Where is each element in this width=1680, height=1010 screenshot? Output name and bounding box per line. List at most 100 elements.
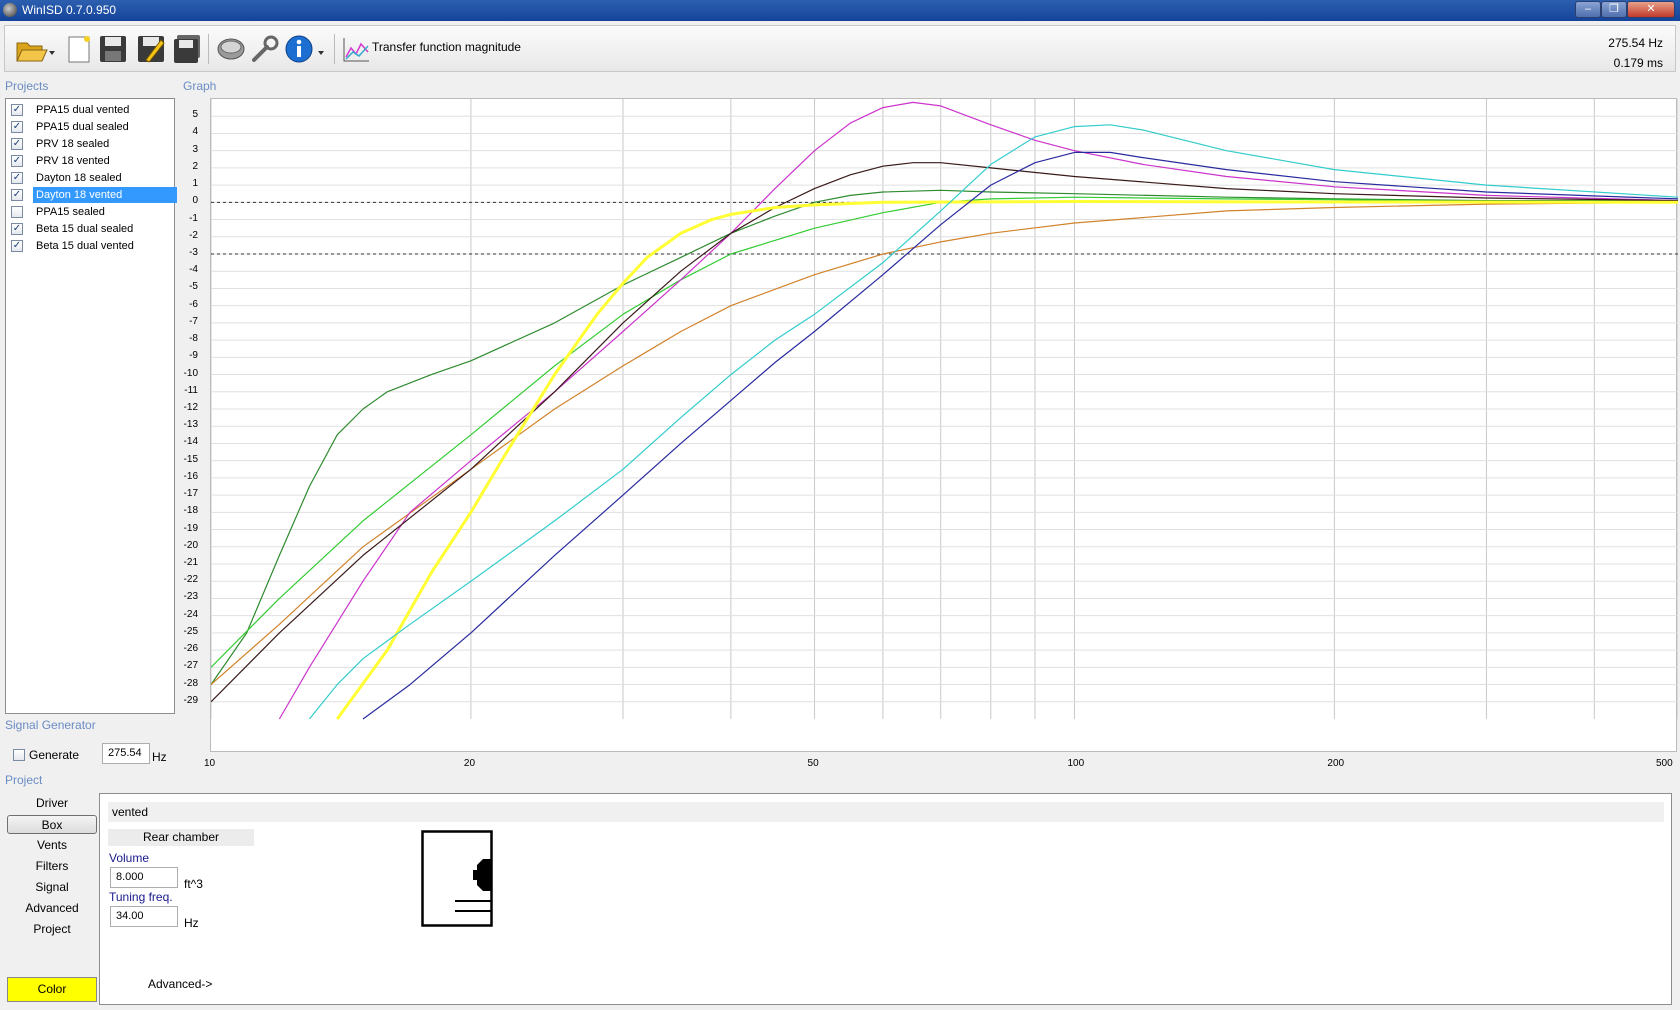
project-name: Dayton 18 vented [33, 187, 177, 203]
minimize-button[interactable]: – [1575, 1, 1601, 18]
project-name: PPA15 sealed [36, 206, 105, 218]
y-tick-label: 2 [192, 160, 198, 172]
open-folder-icon [16, 42, 55, 62]
tools-wrench-icon [252, 35, 279, 62]
nav-project[interactable]: Project [7, 920, 97, 939]
y-tick-label: -1 [189, 212, 198, 224]
rear-chamber-tab[interactable]: Rear chamber [108, 829, 254, 846]
color-button[interactable]: Color [7, 977, 97, 1002]
new-document-button[interactable] [63, 33, 95, 65]
nav-advanced[interactable]: Advanced [7, 899, 97, 918]
tuning-freq-label: Tuning freq. [109, 890, 173, 904]
project-item[interactable]: ✓ PPA15 dual sealed [9, 119, 173, 135]
x-tick-label: 20 [463, 758, 476, 769]
vented-box-diagram-icon [421, 830, 493, 927]
save-as-button[interactable] [135, 33, 167, 65]
generate-checkbox[interactable] [13, 749, 25, 761]
tools-button[interactable] [249, 33, 281, 65]
y-tick-label: -29 [183, 694, 198, 706]
save-icon [100, 36, 126, 62]
graph-type-label[interactable]: Transfer function magnitude [372, 40, 521, 54]
y-tick-label: -10 [183, 367, 198, 379]
x-tick-label: 100 [1067, 758, 1085, 769]
project-item[interactable]: ✓ PRV 18 vented [9, 153, 173, 169]
series-line [211, 196, 1678, 668]
nav-signal[interactable]: Signal [7, 878, 97, 897]
y-tick-label: -13 [183, 419, 198, 431]
nav-filters[interactable]: Filters [7, 857, 97, 876]
y-tick-label: 5 [192, 109, 198, 121]
project-checkbox[interactable] [11, 206, 23, 218]
y-tick-label: 3 [192, 143, 198, 155]
y-tick-label: -24 [183, 608, 198, 620]
x-tick-label: 200 [1327, 758, 1345, 769]
y-tick-label: -25 [183, 625, 198, 637]
project-item[interactable]: ✓ PRV 18 sealed [9, 136, 173, 152]
series-line [362, 151, 1678, 720]
project-item[interactable]: ✓ Dayton 18 vented [9, 187, 177, 203]
box-type-select[interactable]: vented [108, 802, 1664, 822]
generator-frequency-unit: Hz [152, 750, 167, 764]
nav-box[interactable]: Box [7, 815, 97, 834]
y-tick-label: 1 [192, 178, 198, 190]
nav-driver[interactable]: Driver [7, 794, 97, 813]
generator-frequency-input[interactable]: 275.54 [102, 743, 150, 764]
volume-label: Volume [109, 851, 150, 865]
project-checkbox[interactable]: ✓ [11, 138, 23, 150]
y-tick-label: -28 [183, 677, 198, 689]
y-tick-label: -12 [183, 402, 198, 413]
save-button[interactable] [97, 33, 129, 65]
project-list[interactable]: ✓ PPA15 dual vented ✓ PPA15 dual sealed ✓ PRV… [5, 98, 177, 714]
project-section-label: Project [5, 773, 43, 787]
y-tick-label: -2 [189, 229, 198, 241]
open-folder-button[interactable] [13, 33, 57, 65]
cursor-frequency: 275.54 Hz [1608, 36, 1663, 50]
driver-editor-button[interactable] [215, 33, 247, 65]
maximize-button[interactable]: ❐ [1601, 1, 1627, 18]
project-checkbox[interactable]: ✓ [11, 104, 23, 116]
nav-vents[interactable]: Vents [7, 836, 97, 855]
project-item[interactable]: ✓ Beta 15 dual sealed [9, 221, 173, 237]
generate-label: Generate [29, 748, 80, 762]
y-tick-label: -21 [183, 557, 198, 568]
y-tick-label: -8 [189, 333, 198, 345]
cursor-time: 0.179 ms [1613, 56, 1663, 70]
project-checkbox[interactable]: ✓ [11, 172, 23, 184]
project-item[interactable]: ✓ Beta 15 dual vented [9, 238, 173, 254]
y-tick-label: -16 [183, 470, 198, 482]
x-tick-label: 50 [807, 758, 819, 769]
y-tick-label: -27 [183, 660, 198, 672]
advanced-link[interactable]: Advanced-> [148, 977, 212, 991]
y-tick-label: -18 [183, 505, 198, 517]
window-title: WinISD 0.7.0.950 [22, 3, 117, 17]
graph-area[interactable] [210, 98, 1678, 753]
y-tick-label: -15 [183, 453, 198, 465]
save-all-button[interactable] [171, 33, 203, 65]
new-document-icon [68, 36, 90, 63]
graph-type-icon [343, 38, 369, 62]
graph-type-button[interactable] [340, 33, 372, 65]
y-tick-label: 4 [192, 126, 198, 138]
y-tick-label: -26 [183, 643, 198, 655]
close-button[interactable]: ✕ [1627, 1, 1675, 18]
y-tick-label: -11 [184, 384, 198, 396]
volume-input[interactable]: 8.000 [110, 867, 178, 888]
y-tick-label: -5 [189, 281, 198, 293]
toolbar: Transfer function magnitude 275.54 Hz 0.… [4, 25, 1676, 72]
project-checkbox[interactable]: ✓ [11, 189, 23, 201]
info-button[interactable] [283, 33, 327, 65]
project-checkbox[interactable]: ✓ [11, 240, 23, 252]
project-item[interactable]: ✓ PPA15 dual vented [9, 102, 173, 118]
project-name: PRV 18 sealed [36, 138, 110, 150]
x-tick-label: 10 [204, 758, 216, 769]
app-icon [3, 3, 17, 17]
project-checkbox[interactable]: ✓ [11, 155, 23, 167]
project-item[interactable]: ✓ Dayton 18 sealed [9, 170, 173, 186]
project-item[interactable]: PPA15 sealed [9, 204, 173, 220]
project-checkbox[interactable]: ✓ [11, 121, 23, 133]
project-checkbox[interactable]: ✓ [11, 223, 23, 235]
frequency-response-chart[interactable] [211, 99, 1678, 753]
volume-unit: ft^3 [184, 877, 203, 891]
tuning-freq-input[interactable]: 34.00 [110, 906, 178, 927]
project-name: PPA15 dual sealed [36, 121, 129, 133]
